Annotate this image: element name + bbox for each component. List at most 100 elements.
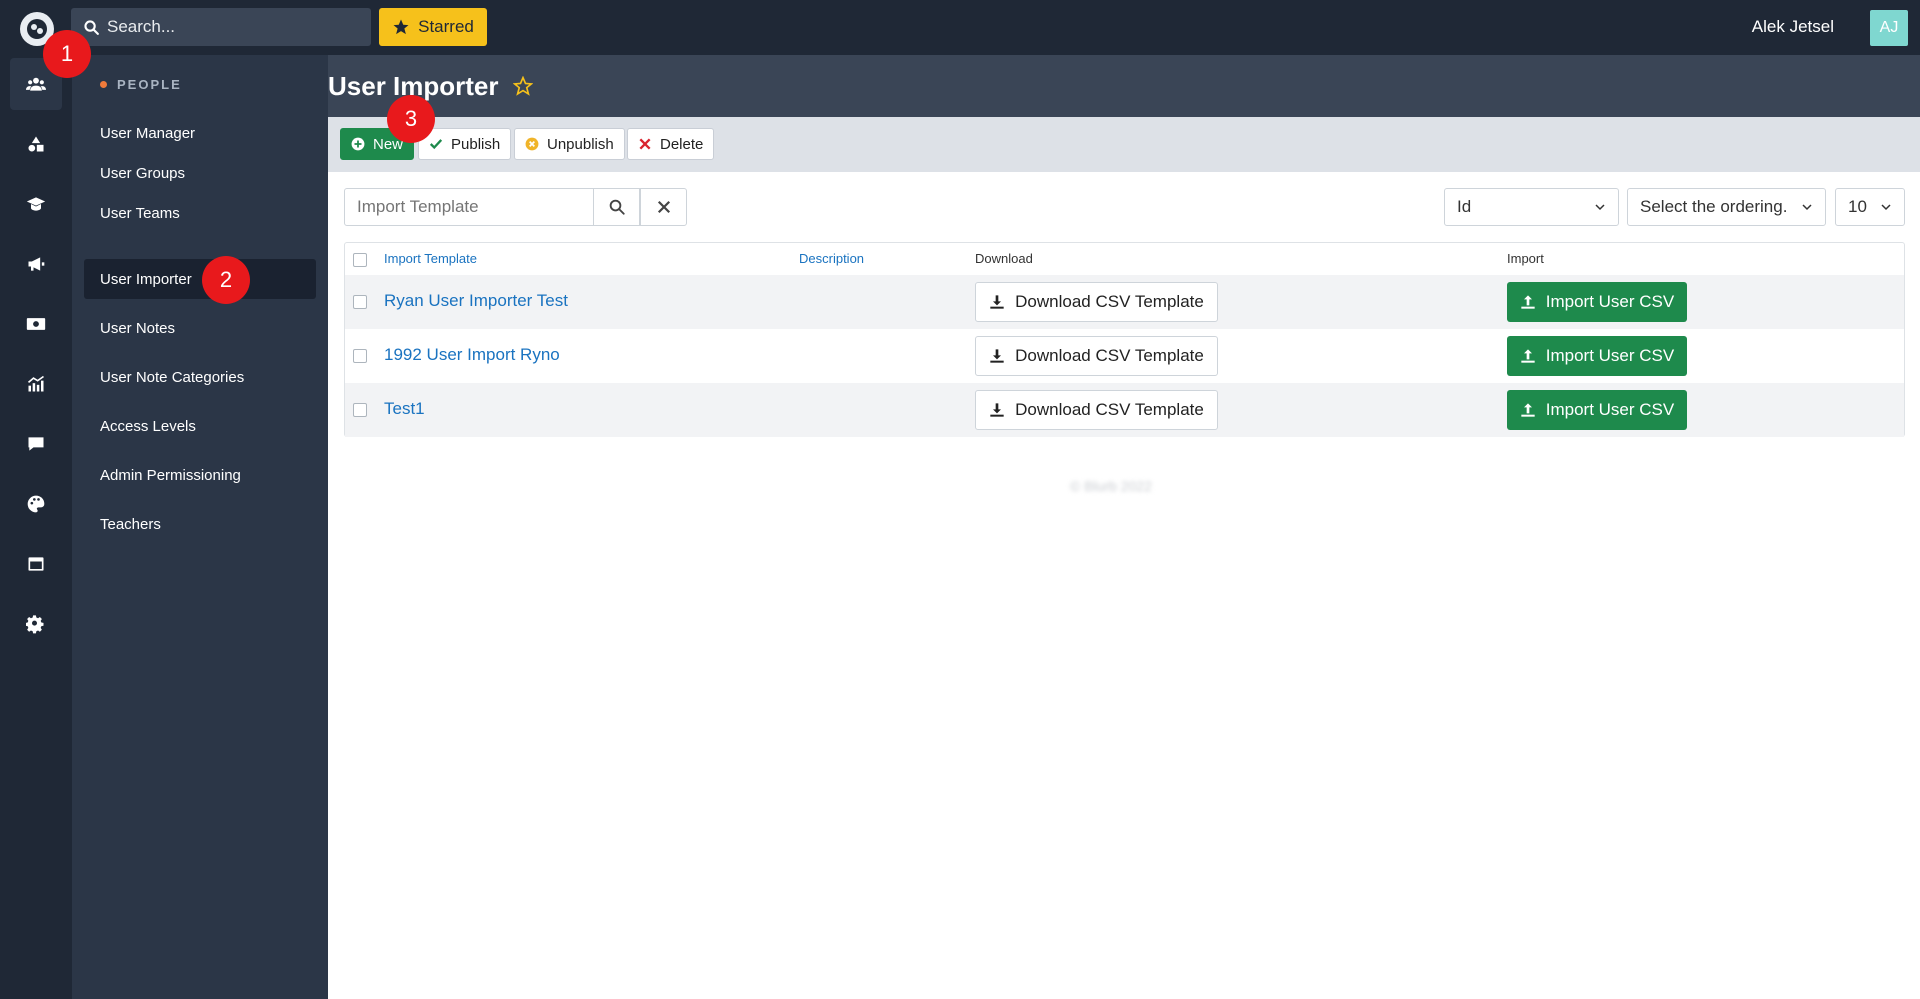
download-csv-button[interactable]: Download CSV Template — [975, 282, 1218, 322]
rail-messages[interactable] — [10, 418, 62, 470]
publish-button[interactable]: Publish — [418, 128, 512, 160]
ordering-select[interactable]: Select the ordering. — [1627, 188, 1826, 226]
callout-3: 3 — [387, 95, 435, 143]
window-icon — [28, 557, 44, 571]
column-header-description[interactable]: Description — [799, 251, 864, 266]
starred-label: Starred — [418, 17, 474, 36]
download-csv-button[interactable]: Download CSV Template — [975, 390, 1218, 430]
rail-shapes[interactable] — [10, 118, 62, 170]
sidebar-item-user-notes[interactable]: User Notes — [84, 308, 316, 348]
delete-button[interactable]: Delete — [627, 128, 715, 160]
plus-circle-icon — [351, 137, 365, 151]
select-all-checkbox[interactable] — [353, 253, 367, 267]
page-size-value: 10 — [1848, 197, 1867, 216]
download-label: Download CSV Template — [1015, 292, 1204, 311]
action-toolbar: New Publish Unpublish Delete — [328, 117, 1920, 172]
page-size-select[interactable]: 10 — [1835, 188, 1905, 226]
delete-label: Delete — [660, 135, 704, 153]
template-search-input[interactable] — [344, 188, 594, 226]
callout-2: 2 — [202, 256, 250, 304]
top-bar: Search... Starred Alek Jetsel AJ — [0, 0, 1920, 55]
sidebar-item-user-note-categories[interactable]: User Note Categories — [84, 357, 316, 397]
sort-field-value: Id — [1457, 197, 1472, 216]
money-icon — [26, 318, 46, 330]
template-name-link[interactable]: 1992 User Import Ryno — [384, 345, 560, 365]
upload-icon — [1521, 349, 1535, 363]
megaphone-icon — [28, 257, 45, 271]
search-placeholder: Search... — [107, 17, 176, 36]
x-circle-icon — [525, 137, 539, 151]
close-icon — [657, 200, 670, 214]
star-icon — [393, 19, 409, 35]
table-row: Ryan User Importer Test Download CSV Tem… — [345, 275, 1904, 329]
download-label: Download CSV Template — [1015, 346, 1204, 365]
search-button[interactable] — [593, 188, 640, 226]
rail-themes[interactable] — [10, 478, 62, 530]
chart-icon — [27, 375, 44, 392]
rail-payments[interactable] — [10, 298, 62, 350]
footer-copyright: © Blurb 2022 — [1070, 478, 1152, 494]
download-icon — [990, 295, 1004, 309]
graduation-cap-icon — [26, 197, 46, 211]
download-icon — [990, 403, 1004, 417]
table-row: Test1 Download CSV Template Import User … — [345, 383, 1904, 437]
starred-button[interactable]: Starred — [379, 8, 487, 46]
template-name-link[interactable]: Ryan User Importer Test — [384, 291, 568, 311]
column-header-import: Import — [1507, 251, 1544, 266]
sidebar-item-access-levels[interactable]: Access Levels — [84, 406, 316, 446]
import-csv-button[interactable]: Import User CSV — [1507, 390, 1687, 430]
sidebar-item-user-manager[interactable]: User Manager — [84, 113, 316, 153]
upload-icon — [1521, 295, 1535, 309]
table-header: Import Template Description Download Imp… — [345, 243, 1904, 275]
rail-content[interactable] — [10, 538, 62, 590]
chevron-down-icon — [1595, 204, 1605, 211]
upload-icon — [1521, 403, 1535, 417]
table-row: 1992 User Import Ryno Download CSV Templ… — [345, 329, 1904, 383]
sidebar-item-user-importer[interactable]: User Importer — [84, 259, 316, 299]
unpublish-label: Unpublish — [547, 135, 614, 153]
side-menu: PEOPLE User Manager User Groups User Tea… — [72, 55, 328, 999]
sort-field-select[interactable]: Id — [1444, 188, 1619, 226]
template-name-link[interactable]: Test1 — [384, 399, 425, 419]
icon-rail — [0, 55, 72, 999]
column-header-download: Download — [975, 251, 1033, 266]
content-header — [328, 55, 1920, 117]
user-name[interactable]: Alek Jetsel — [1752, 17, 1834, 37]
rail-reports[interactable] — [10, 358, 62, 410]
row-checkbox[interactable] — [353, 349, 367, 363]
rail-courses[interactable] — [10, 178, 62, 230]
section-label: PEOPLE — [117, 77, 182, 92]
import-csv-button[interactable]: Import User CSV — [1507, 336, 1687, 376]
search-icon — [84, 19, 99, 35]
sidebar-item-user-groups[interactable]: User Groups — [84, 153, 316, 193]
import-label: Import User CSV — [1545, 400, 1675, 419]
sidebar-item-user-teams[interactable]: User Teams — [84, 193, 316, 233]
unpublish-button[interactable]: Unpublish — [514, 128, 625, 160]
rail-settings[interactable] — [10, 598, 62, 650]
download-csv-button[interactable]: Download CSV Template — [975, 336, 1218, 376]
star-outline-icon[interactable] — [512, 76, 533, 96]
check-icon — [429, 139, 443, 150]
download-icon — [990, 349, 1004, 363]
clear-button[interactable] — [640, 188, 687, 226]
sidebar-item-admin-permissioning[interactable]: Admin Permissioning — [84, 455, 316, 495]
global-search-input[interactable]: Search... — [71, 8, 371, 46]
palette-icon — [27, 495, 45, 513]
import-label: Import User CSV — [1545, 346, 1675, 365]
column-header-import-template[interactable]: Import Template — [384, 251, 477, 266]
chevron-down-icon — [1802, 204, 1812, 211]
sidebar-item-teachers[interactable]: Teachers — [84, 504, 316, 544]
row-checkbox[interactable] — [353, 295, 367, 309]
row-checkbox[interactable] — [353, 403, 367, 417]
comment-icon — [28, 437, 44, 451]
publish-label: Publish — [451, 135, 501, 153]
callout-1: 1 — [43, 30, 91, 78]
chevron-down-icon — [1881, 204, 1891, 211]
import-csv-button[interactable]: Import User CSV — [1507, 282, 1687, 322]
section-dot-icon — [100, 81, 107, 88]
section-header-people: PEOPLE — [100, 77, 182, 92]
avatar[interactable]: AJ — [1870, 10, 1908, 46]
import-template-table: Import Template Description Download Imp… — [344, 242, 1905, 437]
rail-announcements[interactable] — [10, 238, 62, 290]
shapes-icon — [28, 136, 44, 152]
